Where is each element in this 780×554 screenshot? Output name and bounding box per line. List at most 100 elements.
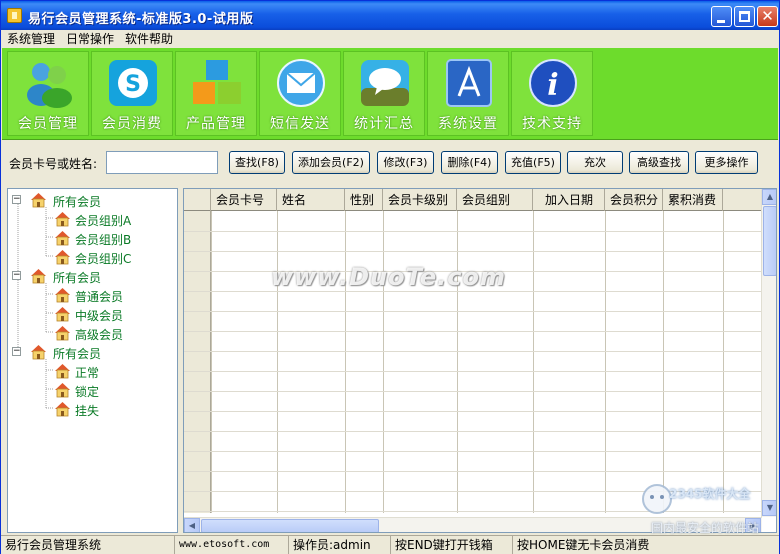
add-member-button[interactable]: 添加会员(F2)	[292, 151, 370, 174]
minimize-button[interactable]	[711, 6, 732, 27]
grid-row-line	[184, 351, 762, 352]
vertical-scroll-thumb[interactable]	[763, 206, 776, 276]
grid-row-line	[184, 371, 762, 372]
menu-bar: 系统管理 日常操作 软件帮助	[1, 30, 779, 48]
mail-icon	[277, 59, 325, 107]
house-icon	[54, 210, 71, 227]
member-group-tree: − 所有会员 会员组别A 会员组别B 会员组别C − 所有会员 普通会员 中级会员 高级会员 − 所有…	[7, 188, 178, 533]
watermark-brand: 2345软件大全	[669, 487, 751, 501]
toolbar-member-management[interactable]: 会员管理	[7, 51, 89, 136]
advanced-search-button[interactable]: 高级查找	[629, 151, 689, 174]
maximize-icon	[739, 11, 750, 22]
house-icon	[54, 324, 71, 341]
house-icon	[54, 286, 71, 303]
grid-column-line	[211, 211, 212, 513]
skype-icon: S	[109, 60, 157, 106]
collapse-icon[interactable]: −	[12, 195, 21, 204]
tree-node-label: 高级会员	[75, 328, 124, 342]
grid-column-line	[345, 211, 346, 513]
grid-row-line	[184, 231, 762, 232]
watermark-text: www.DuoTe.com	[271, 263, 506, 291]
column-header[interactable]: 会员组别	[457, 189, 533, 211]
grid-row-line	[184, 251, 762, 252]
row-header-column	[184, 211, 211, 513]
column-header[interactable]: 性别	[345, 189, 383, 211]
recharge-button[interactable]: 充值(F5)	[505, 151, 561, 174]
row-header-corner	[184, 189, 211, 211]
scroll-left-button[interactable]: ◀	[184, 518, 200, 532]
column-header[interactable]: 会员卡级别	[383, 189, 457, 211]
grid-column-line	[723, 211, 724, 513]
grid-column-line	[277, 211, 278, 513]
house-icon	[54, 400, 71, 417]
svg-text:i: i	[547, 68, 558, 103]
tree-node-label: 会员组别B	[75, 233, 132, 247]
more-actions-button[interactable]: 更多操作	[695, 151, 758, 174]
search-input[interactable]	[106, 151, 218, 174]
close-icon: ✕	[761, 7, 774, 25]
grid-row-line	[184, 451, 762, 452]
tree-node-label: 挂失	[75, 404, 100, 418]
collapse-icon[interactable]: −	[12, 271, 21, 280]
vertical-scrollbar[interactable]: ▲ ▼	[761, 189, 776, 517]
toolbar-sms[interactable]: 短信发送	[259, 51, 341, 136]
tree-node-label: 所有会员	[53, 195, 102, 209]
house-icon	[54, 229, 71, 246]
status-website: www.etosoft.com	[175, 536, 289, 554]
chat-icon	[361, 60, 409, 106]
tree-node-label: 中级会员	[75, 309, 124, 323]
app-icon	[7, 8, 22, 23]
svg-text:S: S	[125, 72, 141, 97]
delete-button[interactable]: 删除(F4)	[441, 151, 498, 174]
horizontal-scroll-thumb[interactable]	[201, 519, 379, 532]
house-icon	[30, 267, 47, 284]
maximize-button[interactable]	[734, 6, 755, 27]
appstore-icon	[446, 59, 492, 107]
status-app-name: 易行会员管理系统	[1, 536, 175, 554]
tree-node-label: 会员组别C	[75, 252, 132, 266]
menu-help[interactable]: 软件帮助	[119, 30, 178, 47]
house-icon	[30, 343, 47, 360]
people-icon	[27, 63, 72, 108]
watermark-slogan: 国内最安全的软件站	[651, 521, 760, 535]
column-header[interactable]: 会员卡号	[211, 189, 277, 211]
scroll-up-button[interactable]: ▲	[762, 189, 776, 205]
tree-node-label: 会员组别A	[75, 214, 132, 228]
grid-column-line	[383, 211, 384, 513]
grid-column-line	[663, 211, 664, 513]
column-header[interactable]: 姓名	[277, 189, 345, 211]
grid-row-line	[184, 431, 762, 432]
toolbar-statistics[interactable]: 统计汇总	[343, 51, 425, 136]
collapse-icon[interactable]: −	[12, 347, 21, 356]
tree-node-label: 普通会员	[75, 290, 124, 304]
grid-row-line	[184, 291, 762, 292]
menu-daily[interactable]: 日常操作	[60, 30, 119, 47]
status-end-key-hint: 按END键打开钱箱	[391, 536, 513, 554]
edit-button[interactable]: 修改(F3)	[377, 151, 434, 174]
toolbar-label: 统计汇总	[354, 116, 414, 132]
toolbar-label: 会员管理	[18, 116, 78, 132]
close-button[interactable]: ✕	[757, 6, 778, 27]
menu-system[interactable]: 系统管理	[1, 30, 60, 47]
column-header[interactable]: 累积消费	[663, 189, 723, 211]
toolbar-product-management[interactable]: 产品管理	[175, 51, 257, 136]
recharge-times-button[interactable]: 充次	[567, 151, 623, 174]
toolbar-member-consumption[interactable]: S 会员消费	[91, 51, 173, 136]
blocks-icon	[193, 60, 241, 104]
find-button[interactable]: 查找(F8)	[229, 151, 285, 174]
column-header[interactable]: 会员积分	[605, 189, 663, 211]
grid-column-line	[533, 211, 534, 513]
toolbar-support[interactable]: i 技术支持	[511, 51, 593, 136]
main-toolbar: 会员管理 S 会员消费 产品管理 短信发送 统计汇总 系统设置 i 技术支持	[2, 48, 778, 140]
house-icon	[54, 362, 71, 379]
window-title: 易行会员管理系统-标准版3.0-试用版	[28, 12, 254, 27]
toolbar-settings[interactable]: 系统设置	[427, 51, 509, 136]
column-header[interactable]: 加入日期	[533, 189, 605, 211]
grid-column-line	[605, 211, 606, 513]
house-icon	[54, 305, 71, 322]
grid-row-line	[184, 311, 762, 312]
house-icon	[30, 191, 47, 208]
toolbar-label: 产品管理	[186, 116, 246, 132]
toolbar-label: 系统设置	[438, 116, 498, 132]
title-bar[interactable]: 易行会员管理系统-标准版3.0-试用版 ✕	[1, 1, 779, 30]
